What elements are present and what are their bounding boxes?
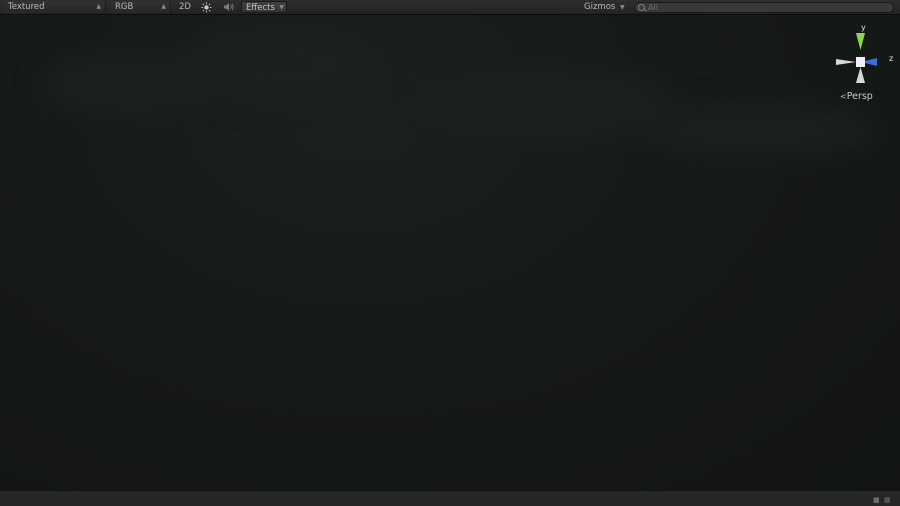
scene-view: Textured ▲︎ RGB ▲︎ 2D Effects ▼︎ Gizmos …	[0, 0, 900, 506]
effects-dropdown[interactable]: Effects ▼︎	[241, 1, 287, 13]
render-mode-label: RGB	[115, 2, 134, 12]
scene-viewport[interactable]: y z <Persp	[0, 15, 900, 490]
chevron-down-icon: ▼︎	[279, 4, 284, 11]
search-placeholder: All	[648, 3, 658, 12]
lock-icon[interactable]: ■︎	[873, 496, 880, 504]
y-neg-axis-arrow-icon[interactable]	[856, 67, 865, 83]
projection-toggle[interactable]: <Persp	[840, 91, 873, 102]
updown-arrow-icon: ▲︎	[96, 3, 101, 10]
hierarchy-search-input[interactable]: All	[634, 2, 894, 13]
speaker-icon	[224, 3, 234, 11]
scene-toolbar: Textured ▲︎ RGB ▲︎ 2D Effects ▼︎ Gizmos …	[0, 0, 900, 15]
draw-mode-label: Textured	[8, 2, 45, 12]
gizmo-center-cube[interactable]	[856, 57, 865, 67]
updown-arrow-icon: ▲︎	[161, 3, 166, 10]
gizmos-dropdown[interactable]: Gizmos ▼︎	[584, 1, 628, 13]
gizmo-z-label: z	[889, 54, 893, 63]
scene-orientation-gizmo[interactable]: y z	[834, 22, 896, 94]
projection-label: Persp	[846, 91, 873, 102]
skybox-cloud	[640, 105, 880, 155]
layout-icon[interactable]: ▦︎	[884, 496, 891, 504]
chevron-down-icon: ▼︎	[620, 4, 625, 11]
sun-icon	[201, 2, 212, 13]
gizmo-y-label: y	[861, 23, 866, 32]
search-icon	[638, 4, 645, 11]
scene-lighting-button[interactable]	[199, 1, 214, 13]
x-neg-axis-arrow-icon[interactable]	[836, 59, 856, 65]
render-mode-dropdown[interactable]: RGB ▲︎	[111, 1, 171, 13]
y-axis-arrow-icon[interactable]	[856, 33, 865, 50]
scene-audio-button[interactable]	[221, 1, 237, 13]
skybox-cloud	[40, 55, 220, 115]
toggle-2d-label: 2D	[179, 2, 191, 12]
draw-mode-dropdown[interactable]: Textured ▲︎	[4, 1, 106, 13]
persp-lines-icon: <	[840, 92, 847, 101]
effects-label: Effects	[246, 3, 275, 13]
status-bar: ■︎ ▦︎	[0, 490, 900, 506]
toggle-2d-button[interactable]: 2D	[176, 1, 194, 13]
gizmos-label: Gizmos	[584, 2, 616, 12]
